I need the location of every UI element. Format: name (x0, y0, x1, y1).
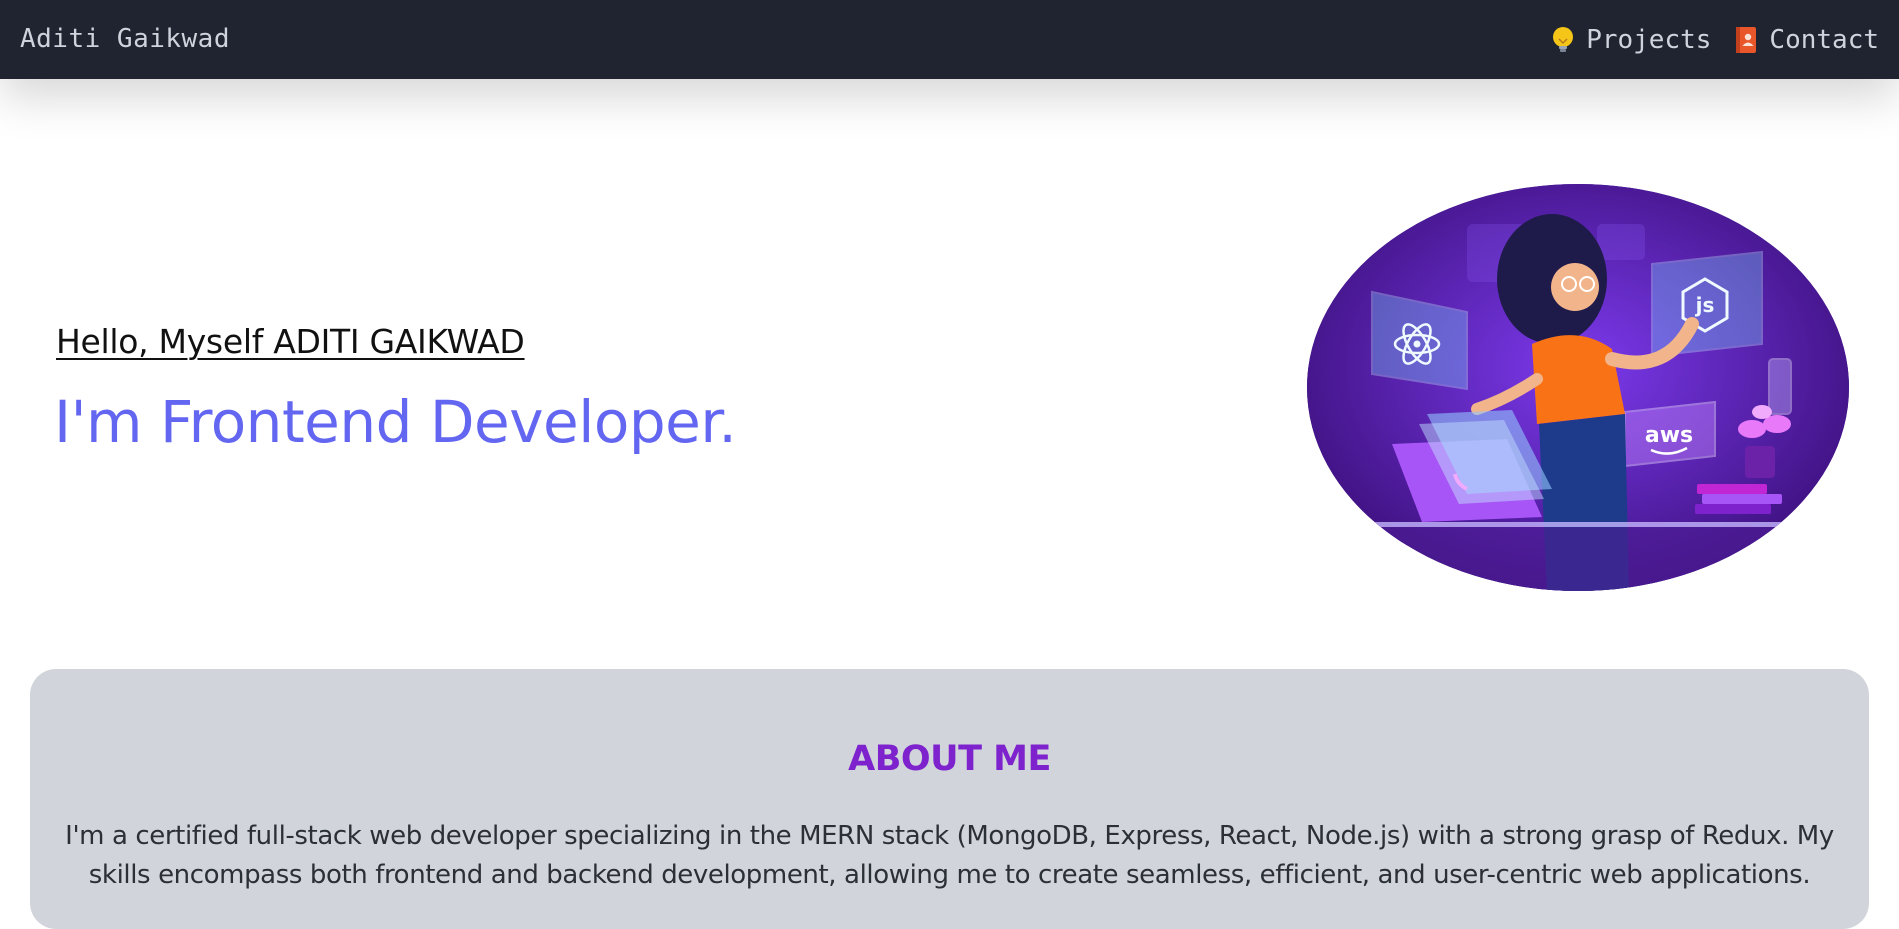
hero-role-text: I'm Frontend Developer. (54, 388, 737, 456)
svg-text:aws: aws (1645, 423, 1693, 448)
nav-link-contact[interactable]: Contact (1733, 25, 1879, 55)
nav-link-contact-label: Contact (1769, 24, 1879, 55)
nodejs-panel-icon: js (1651, 250, 1763, 358)
developer-illustration: js aws (1307, 184, 1849, 591)
contact-book-icon (1733, 26, 1759, 54)
nav-links: Projects Contact (1550, 0, 1879, 79)
svg-text:js: js (1695, 293, 1715, 317)
navbar: Aditi Gaikwad Projects Contact (0, 0, 1899, 79)
brand-name[interactable]: Aditi Gaikwad (20, 0, 230, 79)
about-title: ABOUT ME (848, 739, 1051, 779)
aws-panel-icon: aws (1624, 400, 1716, 468)
lightbulb-icon (1550, 26, 1576, 54)
about-section: ABOUT ME I'm a certified full-stack web … (30, 669, 1869, 929)
nav-link-projects-label: Projects (1586, 24, 1712, 55)
nav-link-projects[interactable]: Projects (1550, 25, 1711, 55)
about-description: I'm a certified full-stack web developer… (65, 821, 1834, 890)
hero-greeting: Hello, Myself ADITI GAIKWAD (56, 322, 525, 361)
